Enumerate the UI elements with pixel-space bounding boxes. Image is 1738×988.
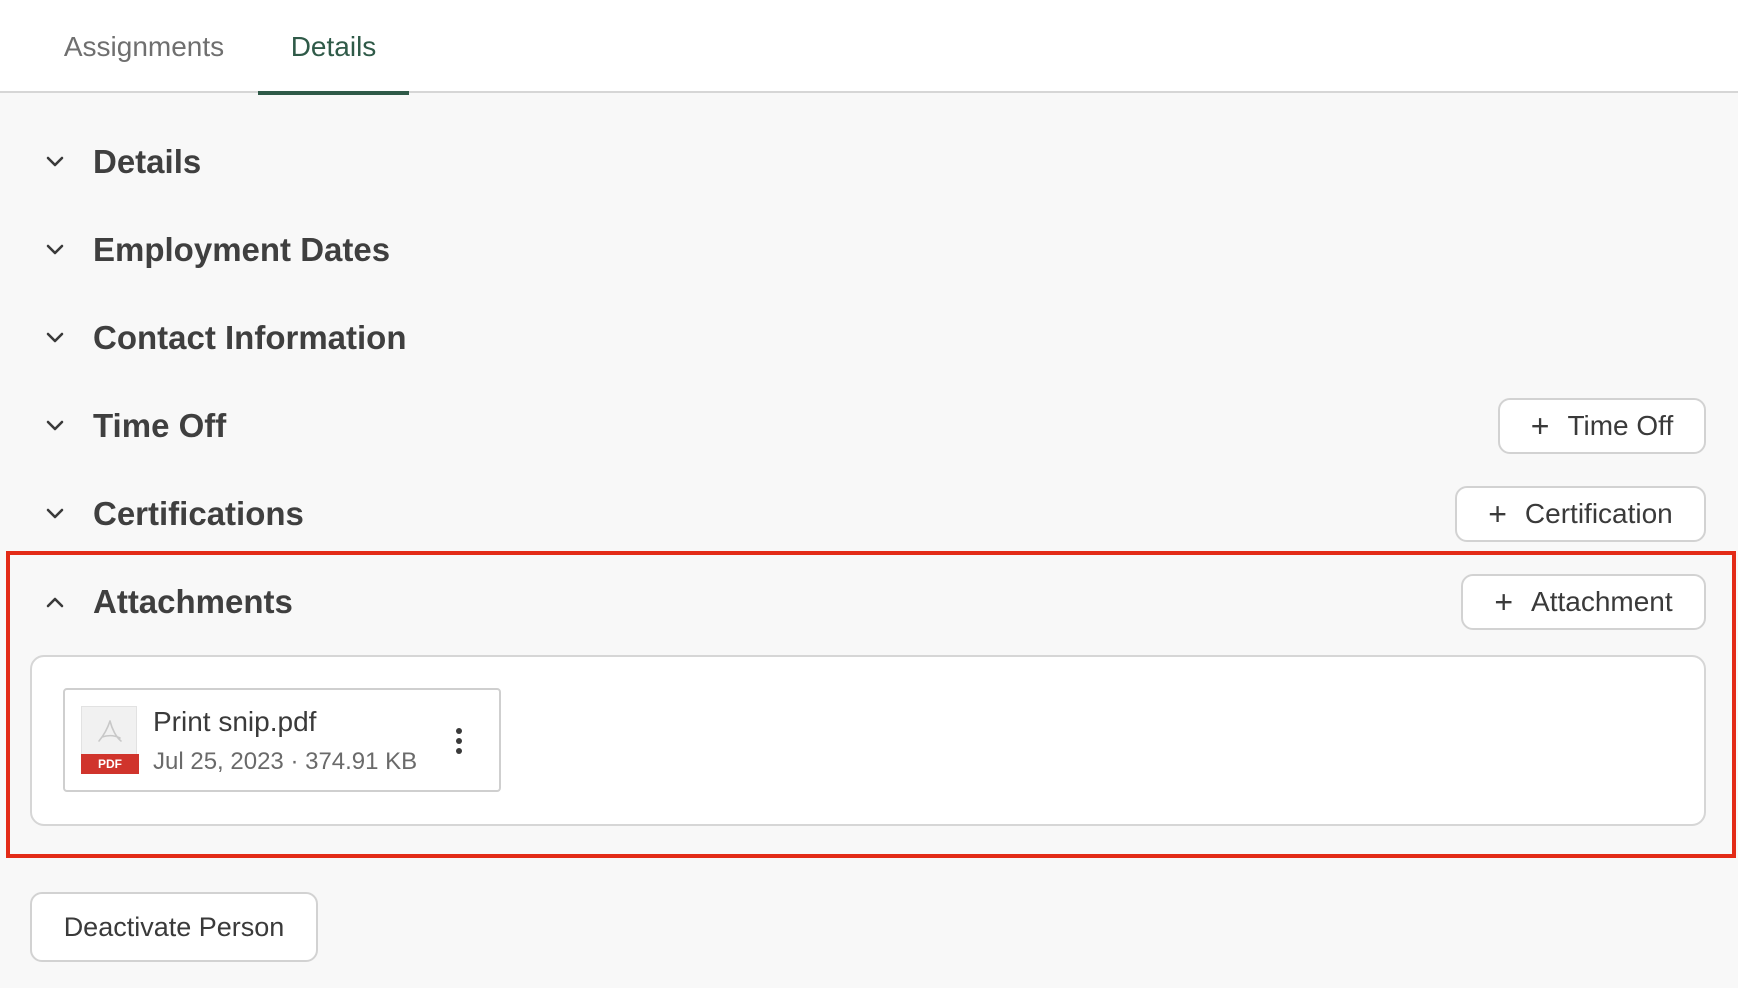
deactivate-person-button[interactable]: Deactivate Person	[30, 892, 318, 962]
button-label: Time Off	[1567, 410, 1674, 441]
add-certification-button[interactable]: + Certification	[1455, 486, 1706, 542]
section-employment-dates[interactable]: Employment Dates	[0, 220, 1738, 280]
pdf-badge: PDF	[81, 754, 139, 774]
section-details[interactable]: Details	[0, 132, 1738, 192]
chevron-down-icon	[43, 326, 67, 350]
file-meta: Jul 25, 2023 · 374.91 KB	[153, 748, 418, 775]
section-time-off[interactable]: Time Off	[0, 396, 1738, 456]
file-name[interactable]: Print snip.pdf	[153, 706, 316, 738]
tab-details[interactable]: Details	[258, 0, 409, 95]
add-time-off-button[interactable]: + Time Off	[1498, 398, 1706, 454]
section-title: Certifications	[93, 495, 304, 532]
chevron-down-icon	[43, 502, 67, 526]
chevron-down-icon	[43, 414, 67, 438]
add-attachment-button[interactable]: + Attachment	[1461, 574, 1706, 630]
attachment-card[interactable]: PDF Print snip.pdf Jul 25, 2023 · 374.91…	[63, 688, 501, 792]
tab-assignments[interactable]: Assignments	[50, 0, 238, 93]
section-title: Details	[93, 143, 202, 180]
section-title: Time Off	[93, 407, 227, 444]
section-title: Employment Dates	[93, 231, 391, 268]
section-title: Attachments	[93, 583, 293, 620]
pdf-file-icon: PDF	[81, 706, 139, 774]
button-label: Certification	[1524, 498, 1673, 529]
section-contact-information[interactable]: Contact Information	[0, 308, 1738, 368]
button-label: Attachment	[1531, 586, 1673, 617]
plus-icon: +	[1530, 408, 1550, 444]
section-title: Contact Information	[93, 319, 407, 356]
plus-icon: +	[1488, 496, 1507, 532]
chevron-up-icon	[43, 590, 67, 614]
tab-bar: Assignments Details	[0, 0, 1738, 95]
chevron-down-icon	[43, 150, 67, 174]
more-options-icon[interactable]	[451, 726, 467, 756]
plus-icon: +	[1494, 584, 1514, 620]
chevron-down-icon	[43, 238, 67, 262]
